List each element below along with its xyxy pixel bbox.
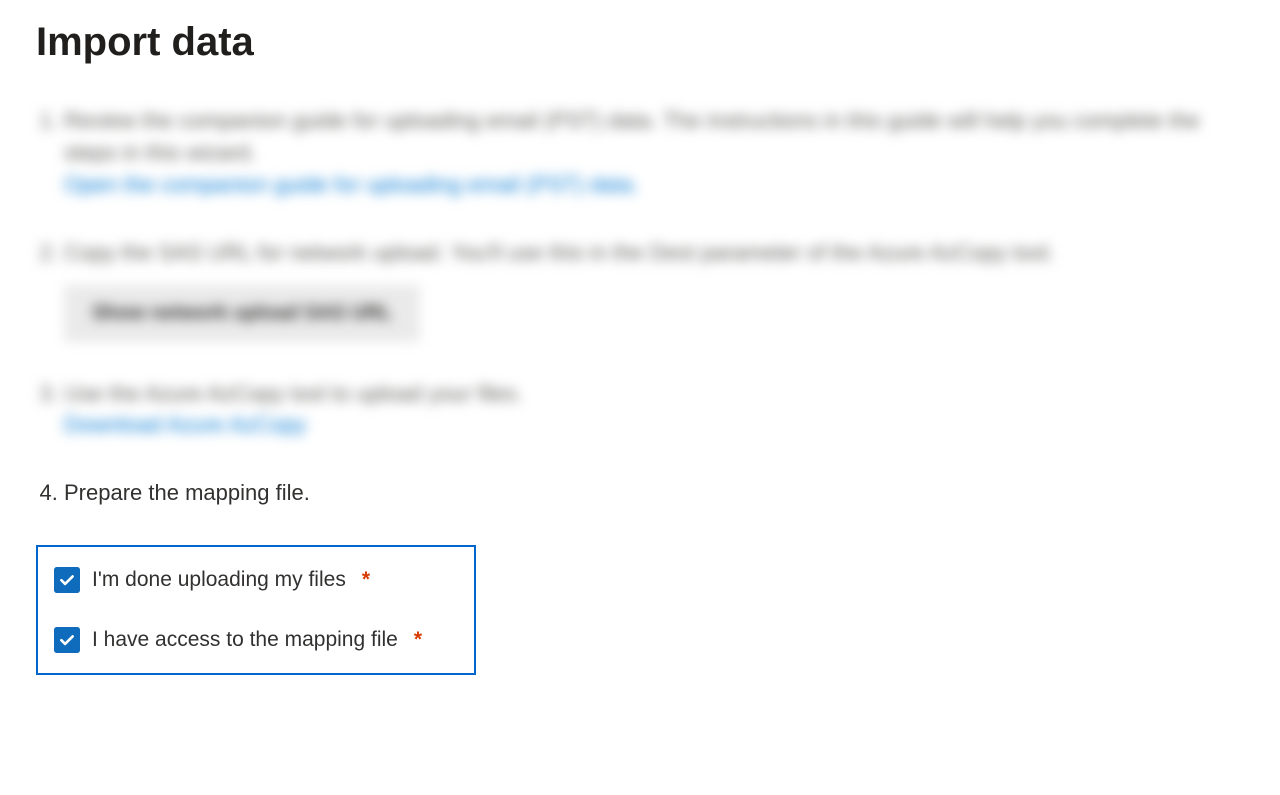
step-3-link[interactable]: Download Azure AzCopy [64, 412, 306, 437]
step-3-text: Use the Azure AzCopy tool to upload your… [64, 381, 523, 406]
checkbox-have-mapping[interactable] [54, 627, 80, 653]
step-3: Use the Azure AzCopy tool to upload your… [64, 378, 1244, 442]
check-icon [58, 631, 76, 649]
required-asterisk: * [414, 628, 422, 652]
step-2: Copy the SAS URL for network upload. You… [64, 237, 1244, 342]
checkbox-done-uploading-row: I'm done uploading my files * [54, 567, 458, 593]
steps-list: Review the companion guide for uploading… [36, 105, 1244, 509]
step-1: Review the companion guide for uploading… [64, 105, 1244, 201]
confirmation-checkboxes: I'm done uploading my files * I have acc… [36, 545, 476, 675]
checkbox-done-uploading[interactable] [54, 567, 80, 593]
checkbox-have-mapping-row: I have access to the mapping file * [54, 627, 458, 653]
step-4: Prepare the mapping file. [64, 477, 1244, 509]
import-data-page: Import data Review the companion guide f… [0, 0, 1280, 695]
required-asterisk: * [362, 568, 370, 592]
check-icon [58, 571, 76, 589]
step-4-text: Prepare the mapping file. [64, 480, 310, 505]
step-2-text: Copy the SAS URL for network upload. You… [64, 240, 1054, 265]
step-1-link[interactable]: Open the companion guide for uploading e… [64, 172, 639, 197]
page-title: Import data [36, 20, 1244, 65]
checkbox-done-uploading-label: I'm done uploading my files [92, 568, 346, 592]
show-sas-url-button[interactable]: Show network upload SAS URL [64, 285, 420, 342]
checkbox-have-mapping-label: I have access to the mapping file [92, 628, 398, 652]
step-1-text: Review the companion guide for uploading… [64, 108, 1200, 165]
